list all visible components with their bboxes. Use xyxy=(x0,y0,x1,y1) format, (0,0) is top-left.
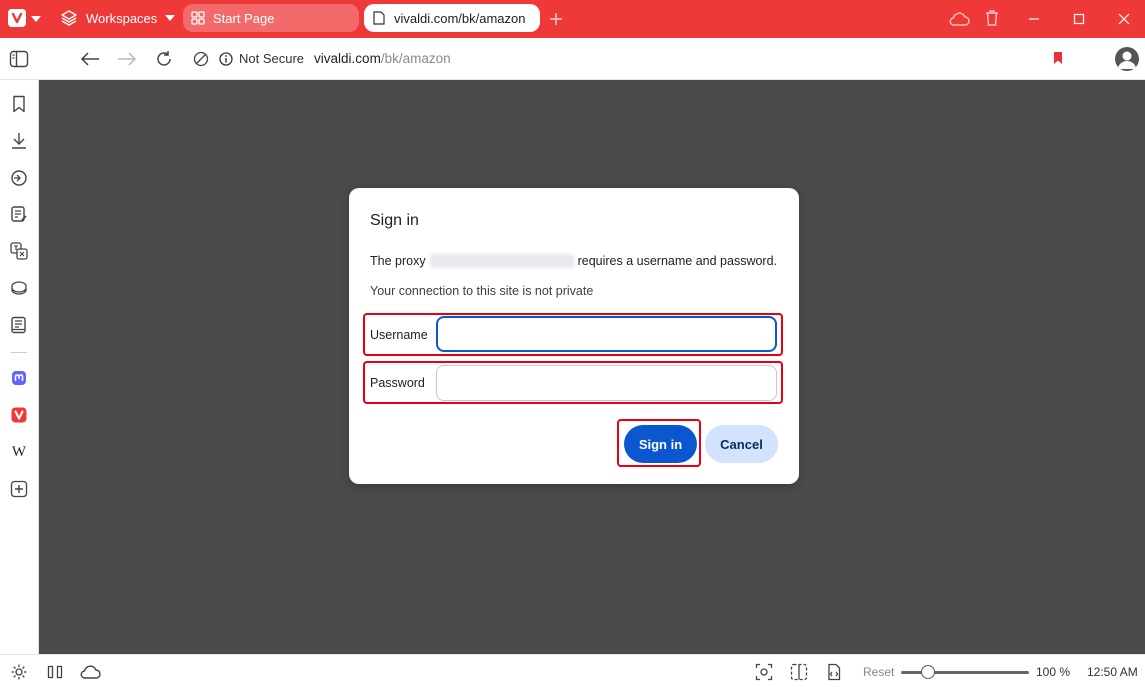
page-actions-icon[interactable] xyxy=(824,662,844,682)
username-label: Username xyxy=(370,328,428,342)
message-suffix: requires a username and password. xyxy=(577,254,778,268)
reading-list-icon[interactable] xyxy=(9,278,29,298)
mastodon-icon[interactable] xyxy=(9,368,29,388)
page-icon xyxy=(372,11,386,25)
address-bar: Not Secure vivaldi.com/bk/amazon xyxy=(0,38,1145,80)
tab-bar: Workspaces Start Page vivaldi.com/bk/ama… xyxy=(0,0,1145,38)
bookmark-icon[interactable] xyxy=(1053,51,1065,67)
vivaldi-menu-button[interactable] xyxy=(8,9,26,27)
grid-icon xyxy=(191,11,205,25)
back-arrow-icon[interactable] xyxy=(79,49,101,69)
tile-view-icon[interactable] xyxy=(45,662,65,682)
download-icon[interactable] xyxy=(9,131,29,151)
redacted-proxy-address xyxy=(429,254,574,268)
panel-toggle-icon[interactable] xyxy=(9,49,29,69)
sidebar-divider xyxy=(11,352,27,353)
settings-gear-icon[interactable] xyxy=(9,662,29,682)
zoom-slider[interactable] xyxy=(901,665,1029,679)
history-icon[interactable] xyxy=(9,168,29,188)
clock-time: 12:50 AM xyxy=(1087,665,1138,679)
connection-warning: Your connection to this site is not priv… xyxy=(370,284,594,298)
reload-icon[interactable] xyxy=(154,49,174,69)
notes-icon[interactable] xyxy=(9,204,29,224)
new-tab-plus-icon[interactable] xyxy=(546,9,566,29)
side-panel: W xyxy=(0,80,39,654)
reader-icon[interactable] xyxy=(9,315,29,335)
minimize-icon[interactable] xyxy=(1025,10,1043,28)
username-input[interactable] xyxy=(436,316,777,352)
url-path: /bk/amazon xyxy=(380,51,451,66)
password-label: Password xyxy=(370,376,425,390)
zoom-level: 100 % xyxy=(1036,665,1071,679)
password-input[interactable] xyxy=(436,365,777,401)
sign-in-button[interactable]: Sign in xyxy=(624,425,697,463)
maximize-icon[interactable] xyxy=(1070,10,1088,28)
tab-active[interactable]: vivaldi.com/bk/amazon xyxy=(364,4,540,32)
workspaces-label: Workspaces xyxy=(86,10,158,26)
tab-label: vivaldi.com/bk/amazon xyxy=(394,10,526,26)
translate-icon[interactable] xyxy=(9,241,29,261)
cloud-icon[interactable] xyxy=(948,9,970,29)
wikipedia-icon[interactable]: W xyxy=(9,442,29,462)
add-panel-icon[interactable] xyxy=(9,479,29,499)
close-icon[interactable] xyxy=(1115,10,1133,28)
status-bar: Reset 100 % 12:50 AM xyxy=(0,654,1145,687)
profile-avatar-icon[interactable] xyxy=(1115,47,1139,71)
zoom-slider-thumb[interactable] xyxy=(921,665,935,679)
url-host: vivaldi.com xyxy=(314,51,381,66)
zoom-reset-button[interactable]: Reset xyxy=(863,665,894,679)
vivaldi-icon xyxy=(8,9,26,27)
proxy-auth-dialog: Sign in The proxy requires a username an… xyxy=(349,188,799,484)
dialog-message: The proxy requires a username and passwo… xyxy=(370,254,777,268)
chevron-down-icon[interactable] xyxy=(30,13,42,25)
url-field[interactable]: Not Secure vivaldi.com/bk/amazon xyxy=(187,43,1073,74)
cancel-button[interactable]: Cancel xyxy=(705,425,778,463)
blocker-shield-icon[interactable] xyxy=(193,51,209,67)
sync-cloud-icon[interactable] xyxy=(79,662,101,682)
workspaces-button[interactable]: Workspaces xyxy=(60,9,176,27)
dialog-title: Sign in xyxy=(370,212,419,229)
security-label[interactable]: Not Secure xyxy=(239,51,304,66)
capture-icon[interactable] xyxy=(754,662,774,682)
trash-icon[interactable] xyxy=(982,8,1002,28)
forward-arrow-icon[interactable] xyxy=(116,49,138,69)
tab-start-page[interactable]: Start Page xyxy=(183,4,359,32)
chevron-down-icon xyxy=(165,15,176,21)
layers-icon xyxy=(61,10,77,26)
message-prefix: The proxy xyxy=(370,254,426,268)
tab-label: Start Page xyxy=(213,10,275,26)
bookmark-icon[interactable] xyxy=(9,94,29,114)
info-icon[interactable] xyxy=(219,51,233,66)
page-tiling-icon[interactable] xyxy=(789,662,809,682)
vivaldi-icon[interactable] xyxy=(9,405,29,425)
